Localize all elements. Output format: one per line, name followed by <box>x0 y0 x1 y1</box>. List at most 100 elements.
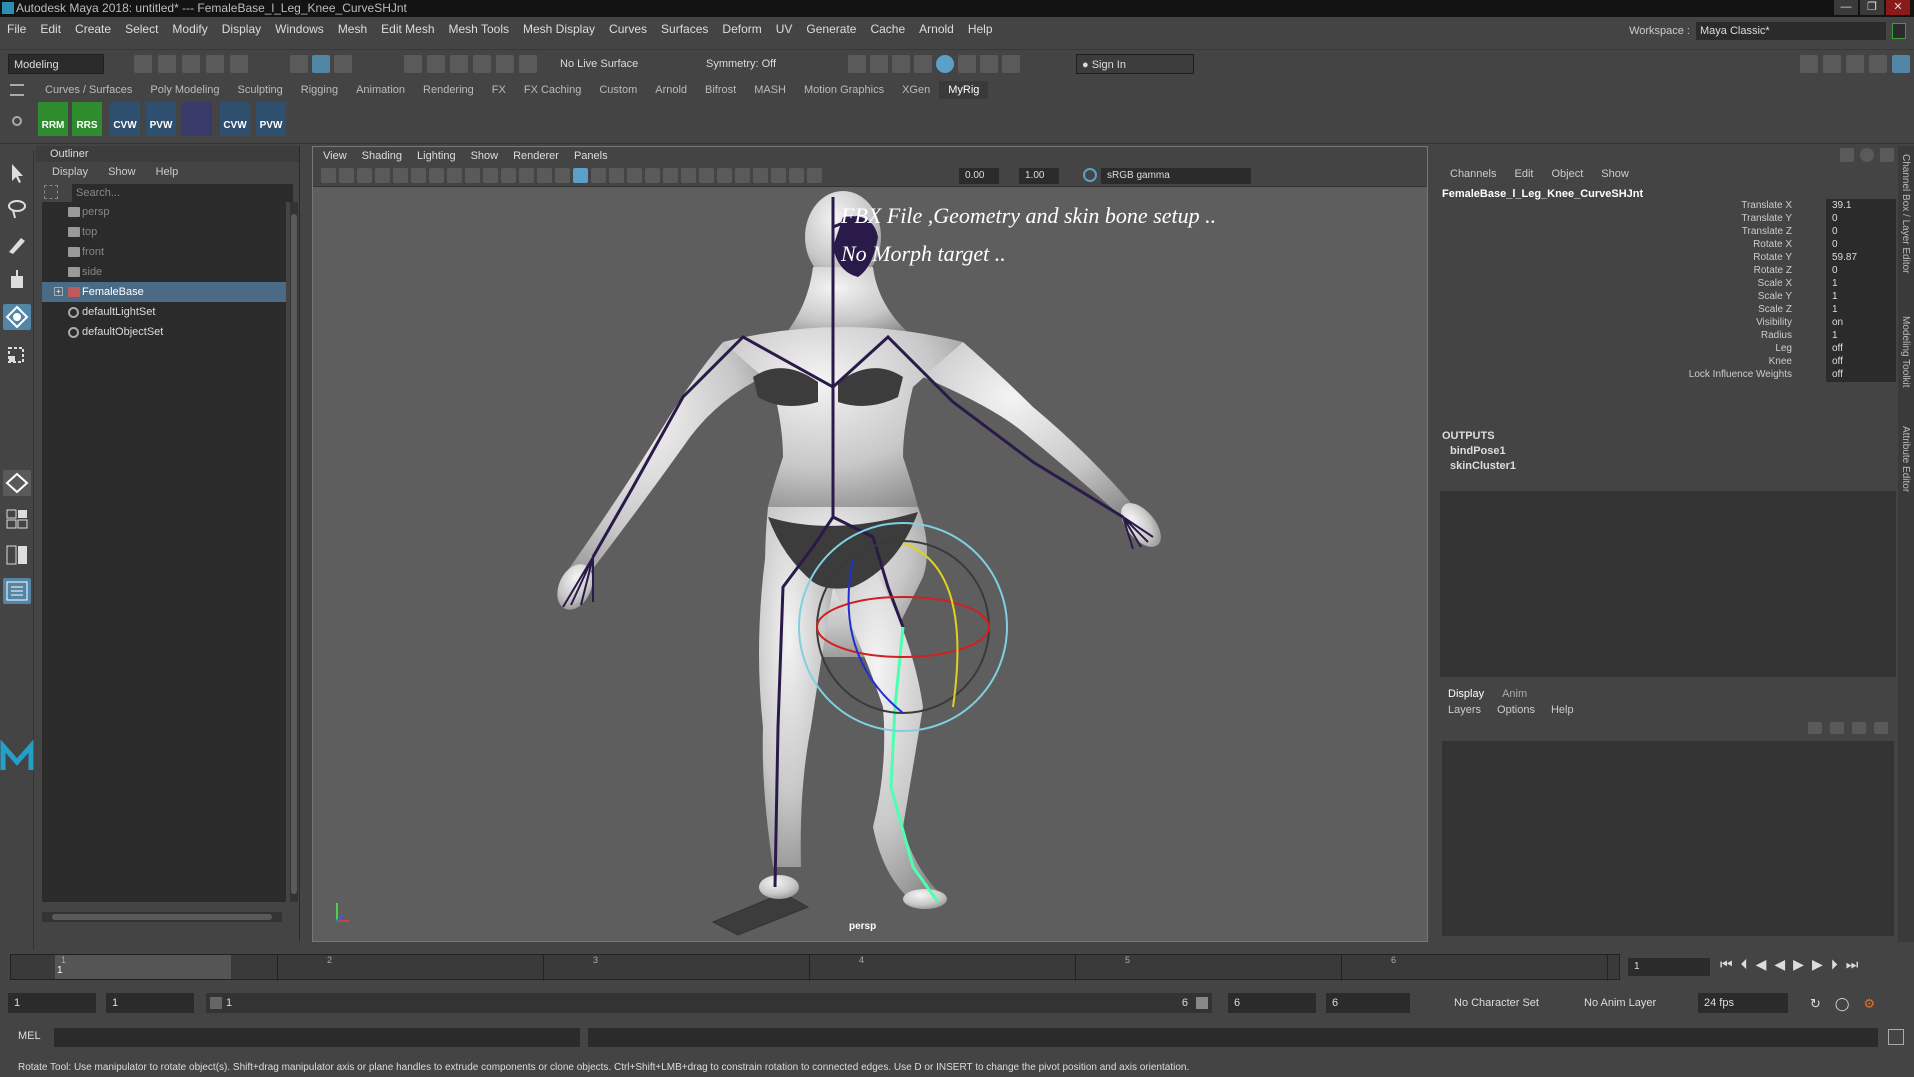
render-settings-icon[interactable] <box>892 55 910 73</box>
ipr-render-icon[interactable] <box>870 55 888 73</box>
step-back-frame-icon[interactable]: ◀︎ <box>1756 956 1767 973</box>
fps-dropdown[interactable]: 24 fps <box>1698 993 1788 1013</box>
depth-of-field-icon[interactable] <box>717 168 732 183</box>
image-plane-icon[interactable] <box>375 168 390 183</box>
outliner-vscrollbar[interactable] <box>290 202 298 902</box>
start-time-field[interactable]: 1 <box>8 993 96 1013</box>
menu-generate[interactable]: Generate <box>799 22 863 36</box>
wireframe-icon[interactable] <box>555 168 570 183</box>
script-editor-icon[interactable] <box>1888 1029 1904 1045</box>
side-tab-modeling-toolkit[interactable]: Modeling Toolkit <box>1900 316 1911 388</box>
shelf-tab-curves-surfaces[interactable]: Curves / Surfaces <box>36 81 141 99</box>
shelf-menu-icon[interactable] <box>10 84 24 96</box>
range-slider-track[interactable]: 1 6 <box>206 993 1212 1013</box>
shelf-tab-motion-graphics[interactable]: Motion Graphics <box>795 81 893 99</box>
step-back-key-icon[interactable]: ⏴ <box>1741 956 1748 973</box>
last-tool-icon[interactable] <box>3 470 31 496</box>
render-view-icon[interactable] <box>936 55 954 73</box>
channel-value[interactable]: off <box>1826 368 1896 382</box>
outliner-item[interactable]: persp <box>42 202 286 222</box>
shelf-button-rrs[interactable]: RRS <box>72 102 102 136</box>
outliner-menu-display[interactable]: Display <box>52 166 88 178</box>
anti-aliasing-icon[interactable] <box>699 168 714 183</box>
object-menu[interactable]: Object <box>1551 168 1583 180</box>
menu-display[interactable]: Display <box>215 22 268 36</box>
outliner-item[interactable]: defaultObjectSet <box>42 322 286 342</box>
redo-icon[interactable] <box>230 55 248 73</box>
filter-icon[interactable] <box>44 185 58 199</box>
shelf-tab-xgen[interactable]: XGen <box>893 81 939 99</box>
viewport-menu-renderer[interactable]: Renderer <box>507 150 565 162</box>
menu-surfaces[interactable]: Surfaces <box>654 22 715 36</box>
layers-menu[interactable]: Layers <box>1448 704 1481 716</box>
shelf-tab-custom[interactable]: Custom <box>590 81 646 99</box>
play-back-icon[interactable]: ◀ <box>1774 956 1785 973</box>
outliner-hscrollbar[interactable] <box>42 912 282 922</box>
outliner-hscroll-thumb[interactable] <box>52 914 272 920</box>
move-layer-down-icon[interactable] <box>1830 722 1844 734</box>
shelf-settings-icon[interactable] <box>12 116 22 126</box>
render-setup-icon[interactable] <box>958 55 976 73</box>
play-forward-icon[interactable]: ▶ <box>1793 956 1804 973</box>
film-gate-icon[interactable] <box>447 168 462 183</box>
output-node[interactable]: bindPose1 <box>1442 445 1516 457</box>
tab-anim[interactable]: Anim <box>1502 688 1527 700</box>
snap-grid-icon[interactable] <box>404 55 422 73</box>
lock-icon[interactable] <box>1892 23 1906 39</box>
two-pane-layout-icon[interactable] <box>3 542 31 568</box>
channels-menu[interactable]: Channels <box>1450 168 1496 180</box>
channel-box-icon[interactable] <box>1840 148 1854 162</box>
shelf-tab-fx-caching[interactable]: FX Caching <box>515 81 590 99</box>
menu-deform[interactable]: Deform <box>715 22 768 36</box>
outliner-item[interactable]: top <box>42 222 286 242</box>
screen-space-ao-icon[interactable] <box>663 168 678 183</box>
xray-active-icon[interactable] <box>789 168 804 183</box>
move-tool-icon[interactable] <box>3 268 31 294</box>
shelf-tab-animation[interactable]: Animation <box>347 81 414 99</box>
side-tab-channel-box[interactable]: Channel Box / Layer Editor <box>1900 154 1911 274</box>
safe-action-icon[interactable] <box>519 168 534 183</box>
help-menu[interactable]: Help <box>1551 704 1574 716</box>
outliner-menu-show[interactable]: Show <box>108 166 136 178</box>
save-scene-icon[interactable] <box>182 55 200 73</box>
modeling-toolkit-icon[interactable] <box>1800 55 1818 73</box>
channel-row[interactable]: Lock Influence Weights off <box>1440 367 1896 383</box>
rotate-tool-icon[interactable] <box>3 304 31 330</box>
xray-joints-icon[interactable] <box>771 168 786 183</box>
shadows-icon[interactable] <box>645 168 660 183</box>
snap-magnet-icon[interactable] <box>519 55 537 73</box>
grease-pencil-icon[interactable] <box>411 168 426 183</box>
select-hierarchy-icon[interactable] <box>290 55 308 73</box>
range-start-handle[interactable] <box>210 997 222 1009</box>
single-pane-layout-icon[interactable] <box>3 506 31 532</box>
paint-select-tool-icon[interactable] <box>3 232 31 258</box>
maximize-button[interactable]: ❐ <box>1860 0 1884 15</box>
menu-select[interactable]: Select <box>118 22 165 36</box>
mel-input[interactable] <box>54 1028 580 1047</box>
outliner-item[interactable]: + FemaleBase <box>42 282 286 302</box>
options-menu[interactable]: Options <box>1497 704 1535 716</box>
menu-modify[interactable]: Modify <box>165 22 214 36</box>
field-chart-icon[interactable] <box>501 168 516 183</box>
undo-icon[interactable] <box>206 55 224 73</box>
safe-title-icon[interactable] <box>537 168 552 183</box>
sign-in-dropdown[interactable]: ● Sign In <box>1076 54 1194 74</box>
anim-start-field[interactable]: 1 <box>106 993 194 1013</box>
viewport-menu-view[interactable]: View <box>317 150 353 162</box>
range-end-handle[interactable] <box>1196 997 1208 1009</box>
new-empty-layer-icon[interactable] <box>1852 722 1866 734</box>
shelf-tab-myrig[interactable]: MyRig <box>939 81 989 99</box>
preferences-icon[interactable]: ⚙ <box>1863 996 1875 1012</box>
step-forward-frame-icon[interactable]: ▶︎ <box>1812 956 1823 973</box>
menu-mesh-tools[interactable]: Mesh Tools <box>442 22 516 36</box>
side-tab-attribute-editor[interactable]: Attribute Editor <box>1900 426 1911 492</box>
shelf-tab-mash[interactable]: MASH <box>745 81 795 99</box>
step-forward-key-icon[interactable]: ⏵ <box>1831 956 1838 973</box>
character-set-dropdown[interactable]: No Character Set <box>1448 993 1558 1013</box>
menu-create[interactable]: Create <box>68 22 118 36</box>
live-surface-label[interactable]: No Live Surface <box>560 58 638 70</box>
textured-icon[interactable] <box>609 168 624 183</box>
auto-key-icon[interactable]: ◯ <box>1835 996 1850 1012</box>
grid-icon[interactable] <box>429 168 444 183</box>
viewport-menu-lighting[interactable]: Lighting <box>411 150 462 162</box>
